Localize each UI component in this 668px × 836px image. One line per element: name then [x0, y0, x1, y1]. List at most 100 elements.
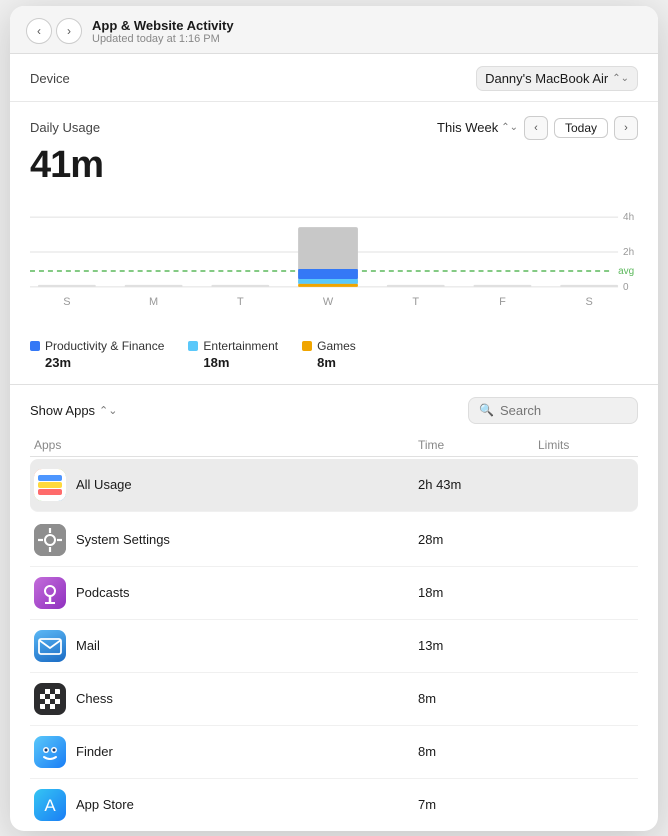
- usage-header: Daily Usage This Week ⌃⌄ ‹ Today ›: [30, 116, 638, 140]
- device-chevron-icon: ⌃⌄: [612, 73, 629, 84]
- forward-button[interactable]: ›: [56, 18, 82, 44]
- legend-item-games: Games 8m: [302, 339, 356, 370]
- app-name-chess: Chess: [76, 691, 113, 706]
- app-icon-podcasts: [34, 577, 66, 609]
- app-name-finder: Finder: [76, 744, 113, 759]
- svg-text:A: A: [44, 796, 56, 815]
- week-chevron-icon: ⌃⌄: [501, 122, 518, 133]
- app-name-all-usage: All Usage: [76, 477, 132, 492]
- legend-productivity-time: 23m: [30, 355, 164, 370]
- table-row[interactable]: Podcasts 18m: [30, 567, 638, 620]
- device-selector[interactable]: Danny's MacBook Air ⌃⌄: [476, 66, 638, 91]
- productivity-color-swatch: [30, 341, 40, 351]
- usage-chart: 4h 2h 0 avg: [30, 197, 638, 327]
- legend-games-time: 8m: [302, 355, 356, 370]
- chart-legend: Productivity & Finance 23m Entertainment…: [30, 331, 638, 384]
- app-cell-mail: Mail: [34, 630, 418, 662]
- legend-item-entertainment: Entertainment 18m: [188, 339, 278, 370]
- app-cell-podcasts: Podcasts: [34, 577, 418, 609]
- show-apps-chevron-icon: ⌃⌄: [99, 404, 117, 417]
- main-window: ‹ › App & Website Activity Updated today…: [10, 6, 658, 831]
- legend-games-name: Games: [317, 339, 356, 353]
- col-apps: Apps: [34, 438, 418, 452]
- search-icon: 🔍: [479, 403, 494, 417]
- usage-section: Daily Usage This Week ⌃⌄ ‹ Today › 41m: [10, 102, 658, 384]
- svg-text:T: T: [412, 295, 419, 307]
- col-time: Time: [418, 438, 538, 452]
- app-cell-all-usage: All Usage: [34, 469, 418, 501]
- app-time-all-usage: 2h 43m: [418, 477, 538, 492]
- app-cell-chess: Chess: [34, 683, 418, 715]
- svg-text:avg: avg: [618, 265, 634, 276]
- content-area: Device Danny's MacBook Air ⌃⌄ Daily Usag…: [10, 54, 658, 831]
- app-time-mail: 13m: [418, 638, 538, 653]
- next-week-button[interactable]: ›: [614, 116, 638, 140]
- usage-amount: 41m: [30, 144, 638, 187]
- window-subtitle: Updated today at 1:16 PM: [92, 33, 234, 45]
- chart-container: 4h 2h 0 avg: [30, 197, 638, 327]
- app-icon-all-usage: [34, 469, 66, 501]
- svg-text:4h: 4h: [623, 212, 634, 223]
- search-input[interactable]: [500, 403, 627, 418]
- table-row[interactable]: Mail 13m: [30, 620, 638, 673]
- titlebar: ‹ › App & Website Activity Updated today…: [10, 6, 658, 54]
- today-button[interactable]: Today: [554, 118, 608, 138]
- search-box[interactable]: 🔍: [468, 397, 638, 424]
- table-row[interactable]: Chess 8m: [30, 673, 638, 726]
- app-time-chess: 8m: [418, 691, 538, 706]
- svg-text:S: S: [63, 295, 70, 307]
- table-row[interactable]: A App Store 7m: [30, 779, 638, 831]
- table-row[interactable]: Finder 8m: [30, 726, 638, 779]
- col-limits: Limits: [538, 438, 638, 452]
- all-usage-layers-icon: [34, 469, 66, 501]
- app-icon-appstore: A: [34, 789, 66, 821]
- app-cell-system-settings: System Settings: [34, 524, 418, 556]
- svg-text:F: F: [499, 295, 506, 307]
- svg-text:W: W: [323, 295, 334, 307]
- app-icon-finder: [34, 736, 66, 768]
- title-block: App & Website Activity Updated today at …: [92, 18, 234, 45]
- app-name-system-settings: System Settings: [76, 532, 170, 547]
- show-apps-button[interactable]: Show Apps ⌃⌄: [30, 403, 117, 418]
- week-selector[interactable]: This Week ⌃⌄: [437, 120, 518, 135]
- app-name-mail: Mail: [76, 638, 100, 653]
- nav-buttons: ‹ ›: [26, 18, 82, 44]
- week-nav: This Week ⌃⌄ ‹ Today ›: [437, 116, 638, 140]
- app-time-appstore: 7m: [418, 797, 538, 812]
- app-time-system-settings: 28m: [418, 532, 538, 547]
- legend-entertainment-time: 18m: [188, 355, 278, 370]
- legend-item-productivity: Productivity & Finance 23m: [30, 339, 164, 370]
- svg-text:T: T: [237, 295, 244, 307]
- show-apps-label: Show Apps: [30, 403, 95, 418]
- week-period-label: This Week: [437, 120, 498, 135]
- app-time-finder: 8m: [418, 744, 538, 759]
- entertainment-color-swatch: [188, 341, 198, 351]
- legend-productivity-name: Productivity & Finance: [45, 339, 164, 353]
- device-label: Device: [30, 71, 70, 86]
- device-row: Device Danny's MacBook Air ⌃⌄: [10, 54, 658, 102]
- table-row[interactable]: All Usage 2h 43m: [30, 459, 638, 512]
- table-row[interactable]: System Settings 28m: [30, 514, 638, 567]
- svg-text:2h: 2h: [623, 247, 634, 258]
- device-name: Danny's MacBook Air: [485, 71, 608, 86]
- games-color-swatch: [302, 341, 312, 351]
- apps-section: Show Apps ⌃⌄ 🔍 Apps Time Limits: [10, 384, 658, 831]
- usage-title: Daily Usage: [30, 120, 100, 135]
- apps-header: Show Apps ⌃⌄ 🔍: [30, 397, 638, 424]
- svg-text:S: S: [586, 295, 593, 307]
- window-title: App & Website Activity: [92, 18, 234, 33]
- app-name-appstore: App Store: [76, 797, 134, 812]
- app-cell-appstore: A App Store: [34, 789, 418, 821]
- svg-text:0: 0: [623, 281, 629, 292]
- app-name-podcasts: Podcasts: [76, 585, 129, 600]
- apps-table: All Usage 2h 43m: [30, 459, 638, 831]
- prev-week-button[interactable]: ‹: [524, 116, 548, 140]
- app-icon-mail: [34, 630, 66, 662]
- svg-text:M: M: [149, 295, 158, 307]
- table-header: Apps Time Limits: [30, 434, 638, 457]
- app-time-podcasts: 18m: [418, 585, 538, 600]
- app-icon-system-settings: [34, 524, 66, 556]
- legend-entertainment-name: Entertainment: [203, 339, 278, 353]
- app-icon-chess: [34, 683, 66, 715]
- back-button[interactable]: ‹: [26, 18, 52, 44]
